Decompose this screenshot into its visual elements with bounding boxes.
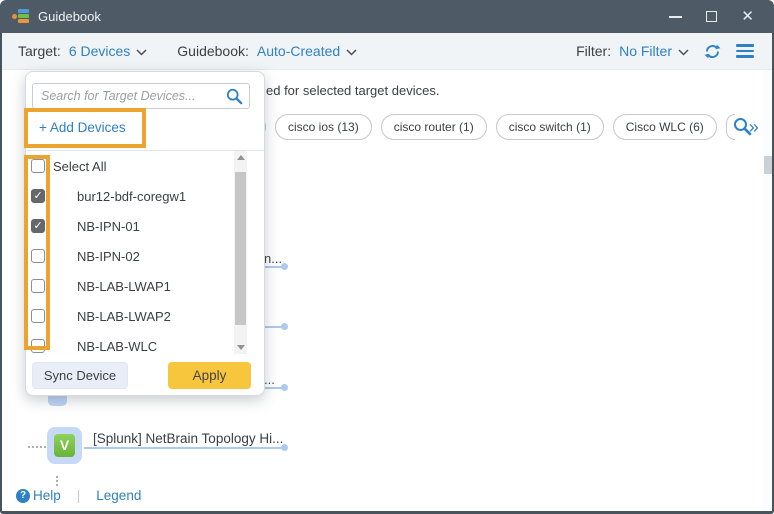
filter-chip[interactable]: cisco ios (13) [275,114,372,140]
splunk-item-icon[interactable]: V [47,427,82,464]
hidden-item-text-fragment: n... [264,251,282,266]
target-dropdown[interactable]: Target: 6 Devices [18,43,147,59]
chevron-down-icon [346,43,357,59]
device-icon [56,310,71,322]
device-icon [56,280,71,292]
sync-device-button[interactable]: Sync Device [32,362,128,389]
device-list-item[interactable]: NB-IPN-01 [26,211,264,241]
menu-icon[interactable] [736,44,754,58]
device-checkbox[interactable] [31,219,45,233]
filter-dropdown[interactable]: Filter: No Filter [576,43,689,59]
target-devices-popup: + Add Devices Select All bur12-bdf-coreg… [25,71,265,396]
search-icon[interactable] [733,117,752,141]
guidebook-label: Guidebook: [177,43,249,59]
select-all-row[interactable]: Select All [26,151,264,181]
content-header-text-fragment: ed for selected target devices. [266,83,439,98]
filter-chip[interactable]: Cisco WLC (6) [613,114,717,140]
footer: ? Help | Legend [16,488,141,503]
close-icon[interactable]: ✕ [741,9,754,24]
filter-label: Filter: [576,43,611,59]
filter-chips: ) cisco ios (13)cisco router (1)cisco sw… [248,114,759,140]
item-connector-line [265,387,282,389]
device-list-item[interactable]: NB-IPN-02 [26,241,264,271]
device-icon [56,340,71,352]
device-search-box [32,83,250,109]
device-name: NB-IPN-02 [77,249,140,264]
device-checkbox[interactable] [31,339,45,353]
device-list-item[interactable]: NB-LAB-WLC [26,331,264,355]
device-name: NB-LAB-LWAP1 [77,279,171,294]
device-icon [56,220,71,232]
item-connector-dot [281,263,288,270]
legend-link[interactable]: Legend [96,488,141,503]
device-name: NB-LAB-WLC [77,339,157,354]
item-connector-dot [281,384,288,391]
tree-dotted-connector [56,476,58,486]
help-link[interactable]: Help [33,488,61,503]
search-icon[interactable] [226,88,243,105]
filter-chip[interactable]: cisco switch (1) [496,114,604,140]
title-bar: Guidebook ✕ [0,0,774,33]
device-list: Select All bur12-bdf-coregw1 NB-IPN-01 N… [26,150,264,355]
apply-button[interactable]: Apply [168,362,251,389]
device-checkbox[interactable] [31,309,45,323]
device-list-item[interactable]: NB-LAB-LWAP1 [26,271,264,301]
refresh-icon[interactable] [703,42,722,61]
toolbar: Target: 6 Devices Guidebook: Auto-Create… [2,33,772,70]
item-connector-dot [281,323,288,330]
device-checkbox[interactable] [31,249,45,263]
list-scrollbar-thumb[interactable] [235,172,246,325]
select-all-checkbox[interactable] [31,159,45,173]
item-connector-line [265,266,282,268]
device-icon [56,190,71,202]
select-all-label: Select All [53,159,106,174]
add-devices-link[interactable]: + Add Devices [39,120,126,135]
main-scrollbar-thumb[interactable] [764,156,772,174]
variable-icon: V [54,434,75,457]
guidebook-value[interactable]: Auto-Created [257,43,340,59]
tree-dotted-connector [28,446,46,448]
help-icon[interactable]: ? [16,489,30,503]
window-title: Guidebook [38,9,101,24]
target-value[interactable]: 6 Devices [69,43,130,59]
device-name: bur12-bdf-coregw1 [77,189,186,204]
footer-divider: | [77,488,81,503]
maximize-icon[interactable] [706,11,717,22]
device-checkbox[interactable] [31,279,45,293]
device-name: NB-LAB-LWAP2 [77,309,171,324]
main-scrollbar-track[interactable] [763,70,772,511]
device-list-item[interactable]: NB-LAB-LWAP2 [26,301,264,331]
device-list-item[interactable]: bur12-bdf-coregw1 [26,181,264,211]
guidebook-dropdown[interactable]: Guidebook: Auto-Created [177,43,357,59]
item-connector-line [265,326,282,328]
list-scrollbar-track[interactable] [234,151,247,354]
device-search-input[interactable] [33,89,226,103]
minimize-icon[interactable] [669,16,682,18]
item-connector-line [84,447,281,449]
guidebook-logo-icon [12,8,31,25]
scroll-up-icon[interactable] [237,155,245,160]
item-connector-dot [281,444,288,451]
device-name: NB-IPN-01 [77,219,140,234]
filter-chip[interactable]: cisco router (1) [381,114,487,140]
chevron-down-icon [136,43,147,59]
hidden-item-text-fragment: ... [264,372,275,387]
device-icon [56,250,71,262]
device-checkbox[interactable] [31,189,45,203]
scroll-down-icon[interactable] [237,345,245,350]
filter-value[interactable]: No Filter [619,43,672,59]
splunk-item-title[interactable]: [Splunk] NetBrain Topology Hi... [93,431,283,446]
chevron-down-icon [678,43,689,59]
target-label: Target: [18,43,61,59]
